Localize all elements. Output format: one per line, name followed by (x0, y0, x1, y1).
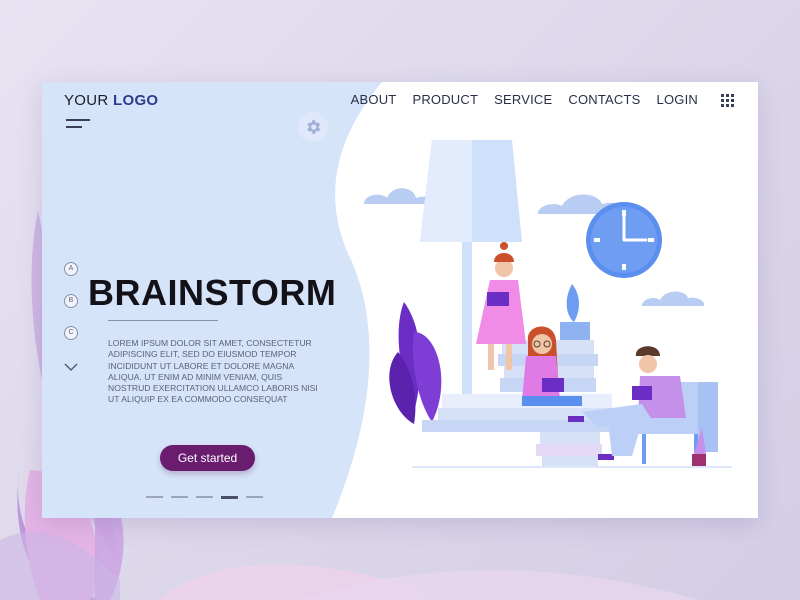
purple-plant (389, 302, 442, 424)
reading-illustration (364, 140, 732, 468)
potted-plant (560, 284, 590, 344)
landing-card: YOUR LOGO ABOUT PRODUCT SERVICE CONTACTS… (42, 82, 758, 518)
cloud-icon (642, 291, 705, 306)
clock-icon (586, 202, 662, 278)
